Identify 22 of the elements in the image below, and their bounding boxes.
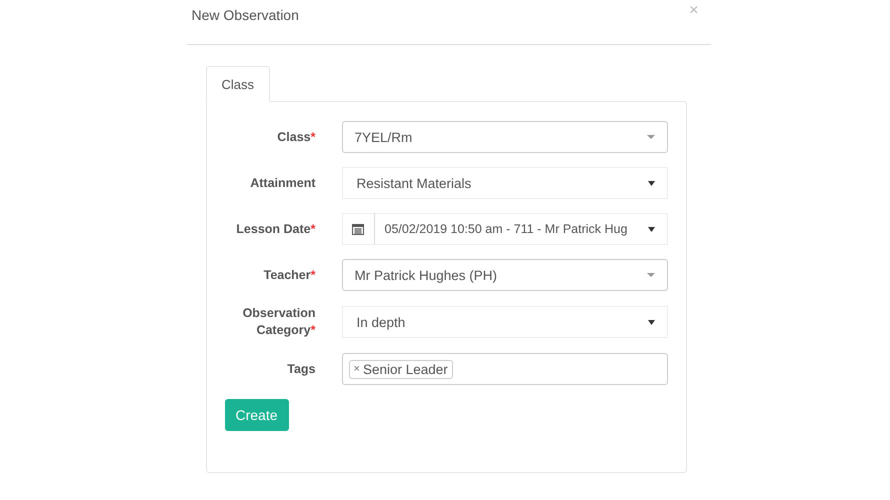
field-label: Class* (276, 128, 316, 146)
dropdown-field[interactable]: In depth (342, 306, 668, 338)
field-label: Observation Category* (242, 305, 316, 339)
field-label: Attainment (249, 174, 316, 192)
field-label: Tags (286, 360, 316, 378)
calendar-addon[interactable] (342, 213, 374, 245)
dropdown-field[interactable]: 05/02/2019 10:50 am - 711 - Mr Patrick Hug (374, 213, 668, 245)
field-label: Lesson Date* (235, 220, 316, 238)
field-label: Teacher* (262, 266, 316, 284)
tags-field[interactable]: × Senior Leader (342, 353, 668, 385)
caret-icon (646, 273, 654, 277)
caret-icon (646, 135, 654, 139)
tab[interactable]: Class (206, 66, 270, 102)
calendar-icon (352, 223, 364, 235)
dropdown-field[interactable]: Mr Patrick Hughes (PH) (342, 259, 668, 291)
tag-chip[interactable]: × Senior Leader (348, 360, 453, 378)
caret-icon (648, 226, 654, 232)
dialog-title: New Observation (192, 7, 299, 23)
dropdown-field[interactable]: 7YEL/Rm (342, 121, 668, 153)
caret-icon (648, 320, 654, 324)
dropdown-field[interactable]: Resistant Materials (342, 167, 668, 199)
caret-icon (648, 180, 654, 186)
